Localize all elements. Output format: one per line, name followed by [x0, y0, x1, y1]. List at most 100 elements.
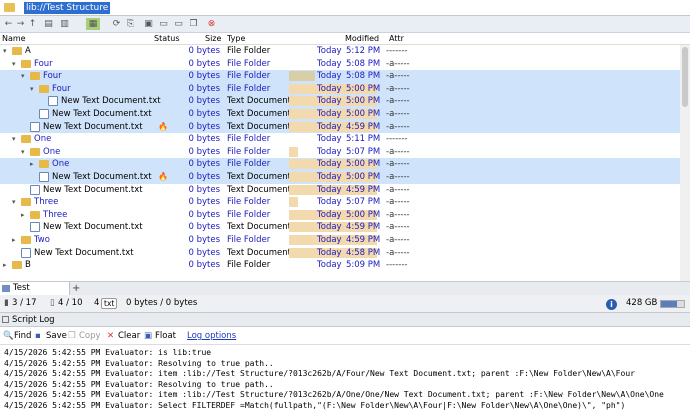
- clear-button[interactable]: Clear: [118, 331, 140, 341]
- refresh-icon[interactable]: ⟳: [110, 18, 123, 30]
- text-file-icon: [48, 96, 58, 107]
- list-item[interactable]: New Text Document.txt 0 bytes Text Documen…: [0, 184, 680, 197]
- find-button[interactable]: Find: [14, 331, 31, 341]
- free-space-fill: [661, 301, 678, 307]
- list-item[interactable]: New Text Document.txt 0 bytes Text Documen…: [0, 221, 680, 234]
- layout-icon[interactable]: ▤: [42, 18, 55, 30]
- expander-icon[interactable]: ▸: [21, 209, 25, 222]
- save-button[interactable]: Save: [46, 331, 67, 341]
- log-toolbar: 🔍 Find ▪ Save ❐ Copy ✕ Clear ▣ Float Log…: [0, 327, 690, 345]
- list-item[interactable]: New Text Document.txt 0 bytes Text Documen…: [0, 108, 680, 121]
- modified-day: Today: [317, 172, 342, 182]
- delete-icon[interactable]: ⊗: [205, 18, 218, 30]
- new-window-icon[interactable]: ▣: [142, 18, 155, 30]
- item-size: 0 bytes: [188, 146, 220, 157]
- modified-time: 5:11 PM: [346, 134, 381, 145]
- modified-cell: Today 5:00 PM: [289, 171, 380, 183]
- list-item[interactable]: ▾ Four 0 bytes File Folder Today 5:08 PM -a---…: [0, 70, 680, 83]
- tab-test-structure[interactable]: Test Structure: [0, 282, 70, 306]
- item-type: File Folder: [227, 46, 271, 56]
- item-attr: -------: [386, 134, 408, 145]
- item-attr: -------: [386, 46, 408, 56]
- age-bar: [289, 71, 316, 82]
- col-name[interactable]: Name: [2, 34, 26, 43]
- address-path[interactable]: lib://Test Structure: [24, 2, 111, 14]
- script-log-title: Script Log: [12, 315, 55, 325]
- list-item[interactable]: ▾ A 0 bytes File Folder Today 5:12 PM -------: [0, 45, 680, 58]
- col-modified[interactable]: Modified: [345, 34, 379, 43]
- item-name: New Text Document.txt: [43, 184, 143, 195]
- item-type: Text Document: [227, 121, 291, 132]
- log-options-link[interactable]: Log options: [187, 331, 236, 341]
- item-type: File Folder: [227, 146, 271, 157]
- list-item[interactable]: ▸ B 0 bytes File Folder Today 5:09 PM -------: [0, 259, 680, 272]
- float-button[interactable]: Float: [155, 331, 176, 341]
- expander-icon[interactable]: ▸: [3, 259, 7, 272]
- expander-icon[interactable]: ▾: [12, 196, 16, 209]
- item-type: Text Document: [227, 184, 291, 195]
- expander-icon[interactable]: ▸: [30, 158, 34, 171]
- txt-badge[interactable]: txt: [101, 298, 118, 309]
- list-item[interactable]: New Text Document.txt 0 bytes Text Documen…: [0, 247, 680, 260]
- modified-cell: Today 5:08 PM: [289, 58, 380, 70]
- age-bar: [289, 197, 298, 208]
- list-item[interactable]: ▾ Four 0 bytes File Folder Today 5:08 PM -a---…: [0, 58, 680, 71]
- col-size[interactable]: Size: [205, 34, 221, 43]
- item-type: File Folder: [227, 58, 271, 69]
- item-name: Four: [52, 83, 71, 94]
- col-status[interactable]: Status: [154, 34, 180, 43]
- add-tab-button[interactable]: +: [72, 282, 80, 295]
- list-item[interactable]: ▾ Three 0 bytes File Folder Today 5:07 PM -a--…: [0, 196, 680, 209]
- item-name: One: [52, 159, 70, 170]
- modified-time: 5:08 PM: [346, 71, 381, 82]
- address-bar[interactable]: lib://Test Structure: [0, 0, 690, 16]
- list-item[interactable]: New Text Document.txt 🔥 0 bytes Text Docume…: [0, 120, 680, 134]
- list-item[interactable]: New Text Document.txt 🔥 0 bytes Text Docume…: [0, 171, 680, 184]
- log-output[interactable]: 4/15/2026 5:42:55 PM Evaluator: is lib:t…: [0, 346, 690, 410]
- list-item[interactable]: ▸ Three 0 bytes File Folder Today 5:00 PM -a--…: [0, 209, 680, 222]
- modified-time: 5:00 PM: [346, 109, 381, 119]
- duplicate-icon[interactable]: ❐: [187, 18, 200, 30]
- text-file-icon: [30, 121, 40, 132]
- item-name: New Text Document.txt: [43, 222, 143, 233]
- expander-icon[interactable]: ▾: [21, 70, 25, 83]
- panes-icon[interactable]: ▥: [58, 18, 71, 30]
- vertical-scrollbar[interactable]: [680, 45, 690, 281]
- list-item[interactable]: ▾ One 0 bytes File Folder Today 5:07 PM -a----…: [0, 146, 680, 159]
- item-name: A: [25, 46, 31, 56]
- folder-icon: [30, 72, 40, 81]
- list-item[interactable]: ▾ One 0 bytes File Folder Today 5:11 PM ------…: [0, 133, 680, 146]
- log-line: 4/15/2026 5:42:55 PM Evaluator: Resolvin…: [4, 379, 274, 389]
- grid-view-icon[interactable]: ▦: [86, 18, 100, 30]
- folder-move-icon[interactable]: ▭: [172, 18, 185, 30]
- copy-button[interactable]: Copy: [79, 331, 101, 341]
- modified-cell: Today 5:00 PM: [289, 209, 380, 221]
- col-attr[interactable]: Attr: [389, 34, 404, 43]
- item-name: Three: [43, 209, 68, 220]
- list-item[interactable]: ▸ One 0 bytes File Folder Today 5:00 PM -a----…: [0, 158, 680, 171]
- item-name: B: [25, 260, 31, 271]
- col-type[interactable]: Type: [227, 34, 245, 43]
- scroll-thumb[interactable]: [682, 47, 688, 107]
- expander-icon[interactable]: ▾: [12, 133, 16, 146]
- expander-icon[interactable]: ▾: [30, 83, 34, 96]
- log-line: 4/15/2026 5:42:55 PM Evaluator: Resolvin…: [4, 358, 274, 368]
- item-type: File Folder: [227, 260, 271, 271]
- up-icon[interactable]: ↑: [26, 18, 39, 30]
- info-icon[interactable]: i: [606, 299, 617, 310]
- list-item[interactable]: ▸ Two 0 bytes File Folder Today 4:59 PM -a----…: [0, 234, 680, 247]
- find-icon: 🔍: [3, 331, 14, 341]
- expander-icon[interactable]: ▾: [21, 146, 25, 159]
- expander-icon[interactable]: ▾: [3, 45, 7, 58]
- script-log-header: Script Log: [0, 313, 690, 327]
- item-name: New Text Document.txt: [52, 109, 152, 119]
- list-item[interactable]: ▾ Four 0 bytes File Folder Today 5:00 PM -a---…: [0, 82, 680, 96]
- item-name: Two: [34, 235, 50, 245]
- new-folder-icon[interactable]: ▭: [157, 18, 170, 30]
- expander-icon[interactable]: ▸: [12, 234, 16, 247]
- expander-icon[interactable]: ▾: [12, 58, 16, 71]
- clear-icon: ✕: [107, 331, 115, 341]
- list-item[interactable]: New Text Document.txt 0 bytes Text Documen…: [0, 95, 680, 108]
- file-list[interactable]: ▾ A 0 bytes File Folder Today 5:12 PM ------- ▾…: [0, 45, 690, 281]
- copy-icon[interactable]: ⎘: [124, 18, 137, 30]
